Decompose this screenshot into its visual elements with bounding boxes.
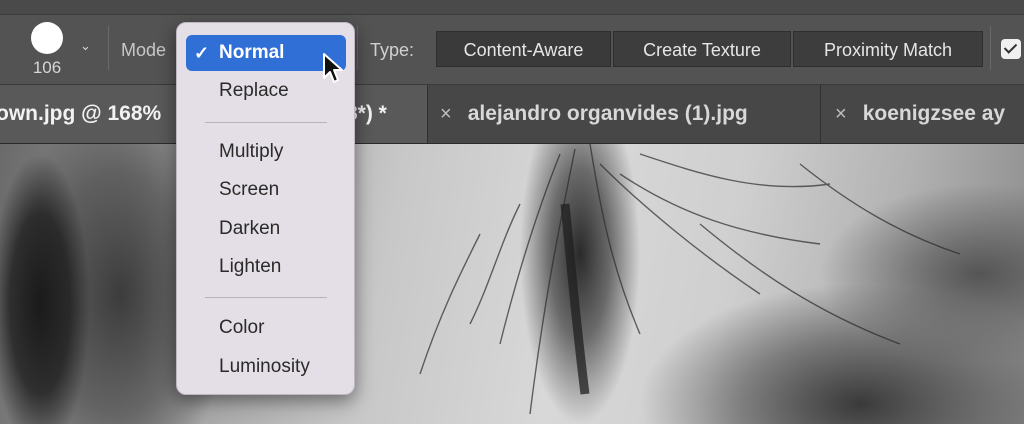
arrow-cursor-icon (323, 53, 343, 83)
chevron-down-icon[interactable]: ⌄ (80, 38, 91, 54)
document-tab-bar: own.jpg @ 168% 8*) * × alejandro organvid… (0, 85, 1024, 144)
menu-item-screen[interactable]: Screen (177, 172, 354, 208)
tab-koenigzsee[interactable]: × koenigzsee ay (820, 85, 1024, 143)
image-canvas[interactable] (0, 144, 1024, 424)
close-icon[interactable]: × (440, 103, 452, 125)
menu-item-darken[interactable]: Darken (177, 211, 354, 247)
menu-separator (205, 297, 327, 298)
tab-alejandro-organvides[interactable]: × alejandro organvides (1).jpg (427, 85, 820, 143)
type-create-texture-button[interactable]: Create Texture (613, 31, 791, 67)
tab-title: alejandro organvides (1).jpg (467, 102, 748, 125)
menu-item-luminosity[interactable]: Luminosity (177, 349, 354, 385)
tab-title: own.jpg @ 168% (0, 102, 162, 125)
type-proximity-match-button[interactable]: Proximity Match (793, 31, 983, 67)
checkmark-icon: ✓ (194, 43, 210, 63)
menu-item-color[interactable]: Color (177, 310, 354, 346)
menu-item-label: Normal (219, 42, 285, 63)
divider (357, 26, 358, 70)
checkbox-checked-icon[interactable] (1001, 39, 1021, 59)
brush-tip-icon[interactable] (31, 22, 63, 54)
menu-item-multiply[interactable]: Multiply (177, 134, 354, 170)
close-icon[interactable]: × (835, 103, 847, 125)
type-content-aware-button[interactable]: Content-Aware (436, 31, 611, 67)
menu-strip (0, 0, 1024, 15)
menu-item-lighten[interactable]: Lighten (177, 249, 354, 285)
options-bar: 106 ⌄ Mode Type: Content-Aware Create Te… (0, 0, 1024, 84)
divider (108, 26, 109, 70)
brush-size-value[interactable]: 106 (22, 58, 72, 78)
type-label: Type: (370, 40, 415, 60)
tab-title: koenigzsee ay (862, 102, 1006, 125)
divider (990, 26, 991, 70)
canvas-hair-strokes (419, 144, 961, 415)
menu-separator (205, 122, 327, 123)
mode-label: Mode (121, 40, 167, 60)
